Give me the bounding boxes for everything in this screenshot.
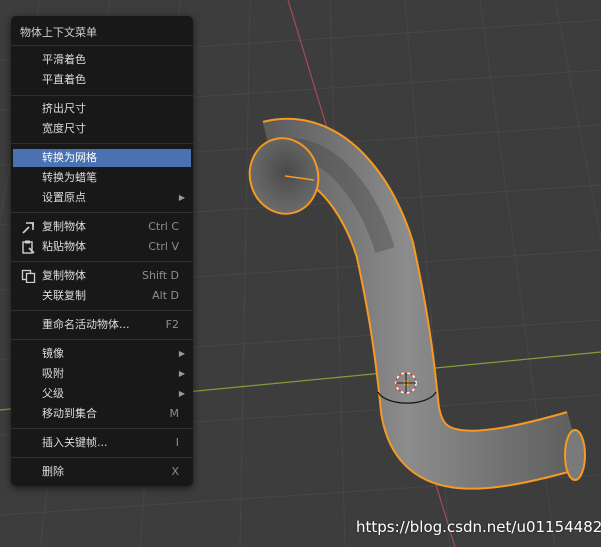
menu-separator xyxy=(11,457,193,458)
submenu-arrow-icon: ▶ xyxy=(178,369,185,378)
menu-separator xyxy=(11,310,193,311)
menu-item-extrude-size[interactable]: 挤出尺寸 xyxy=(13,100,191,118)
submenu-arrow-icon: ▶ xyxy=(178,193,185,202)
menu-item-delete[interactable]: 删除 X xyxy=(13,463,191,481)
submenu-arrow-icon: ▶ xyxy=(178,389,185,398)
menu-item-duplicate-linked[interactable]: 关联复制 Alt D xyxy=(13,287,191,305)
menu-separator xyxy=(11,261,193,262)
menu-item-shade-smooth[interactable]: 平滑着色 xyxy=(13,51,191,69)
menu-item-move-to-collection[interactable]: 移动到集合 M xyxy=(13,405,191,423)
paste-object-icon xyxy=(22,240,35,254)
menu-item-rename-active-object[interactable]: 重命名活动物体... F2 xyxy=(13,316,191,334)
menu-separator xyxy=(11,339,193,340)
duplicate-icon xyxy=(21,269,36,283)
menu-item-paste-object[interactable]: 粘贴物体 Ctrl V xyxy=(13,238,191,256)
menu-item-convert-to-grease-pencil[interactable]: 转换为蜡笔 xyxy=(13,169,191,187)
menu-item-copy-object[interactable]: 复制物体 Ctrl C xyxy=(13,218,191,236)
menu-item-insert-keyframe[interactable]: 插入关键帧... I xyxy=(13,434,191,452)
menu-title: 物体上下文菜单 xyxy=(20,26,97,39)
menu-item-snap[interactable]: 吸附 ▶ xyxy=(13,365,191,383)
menu-separator xyxy=(11,212,193,213)
object-context-menu[interactable]: 物体上下文菜单 平滑着色 平直着色 挤出尺寸 宽度尺寸 转换为网格 转换为蜡笔 … xyxy=(11,16,193,486)
menu-separator xyxy=(11,428,193,429)
menu-item-width-size[interactable]: 宽度尺寸 xyxy=(13,120,191,138)
menu-separator xyxy=(11,95,193,96)
copy-object-icon xyxy=(22,222,34,234)
menu-separator xyxy=(11,45,193,46)
menu-item-mirror[interactable]: 镜像 ▶ xyxy=(13,345,191,363)
menu-item-shade-flat[interactable]: 平直着色 xyxy=(13,71,191,89)
menu-item-duplicate-objects[interactable]: 复制物体 Shift D xyxy=(13,267,191,285)
watermark-text: https://blog.csdn.net/u011544828 xyxy=(356,518,601,536)
menu-separator xyxy=(11,143,193,144)
submenu-arrow-icon: ▶ xyxy=(178,349,185,358)
tube-object xyxy=(248,117,586,490)
menu-item-parent[interactable]: 父级 ▶ xyxy=(13,385,191,403)
menu-item-convert-to-mesh[interactable]: 转换为网格 xyxy=(13,149,191,167)
menu-item-set-origin[interactable]: 设置原点 ▶ xyxy=(13,189,191,207)
